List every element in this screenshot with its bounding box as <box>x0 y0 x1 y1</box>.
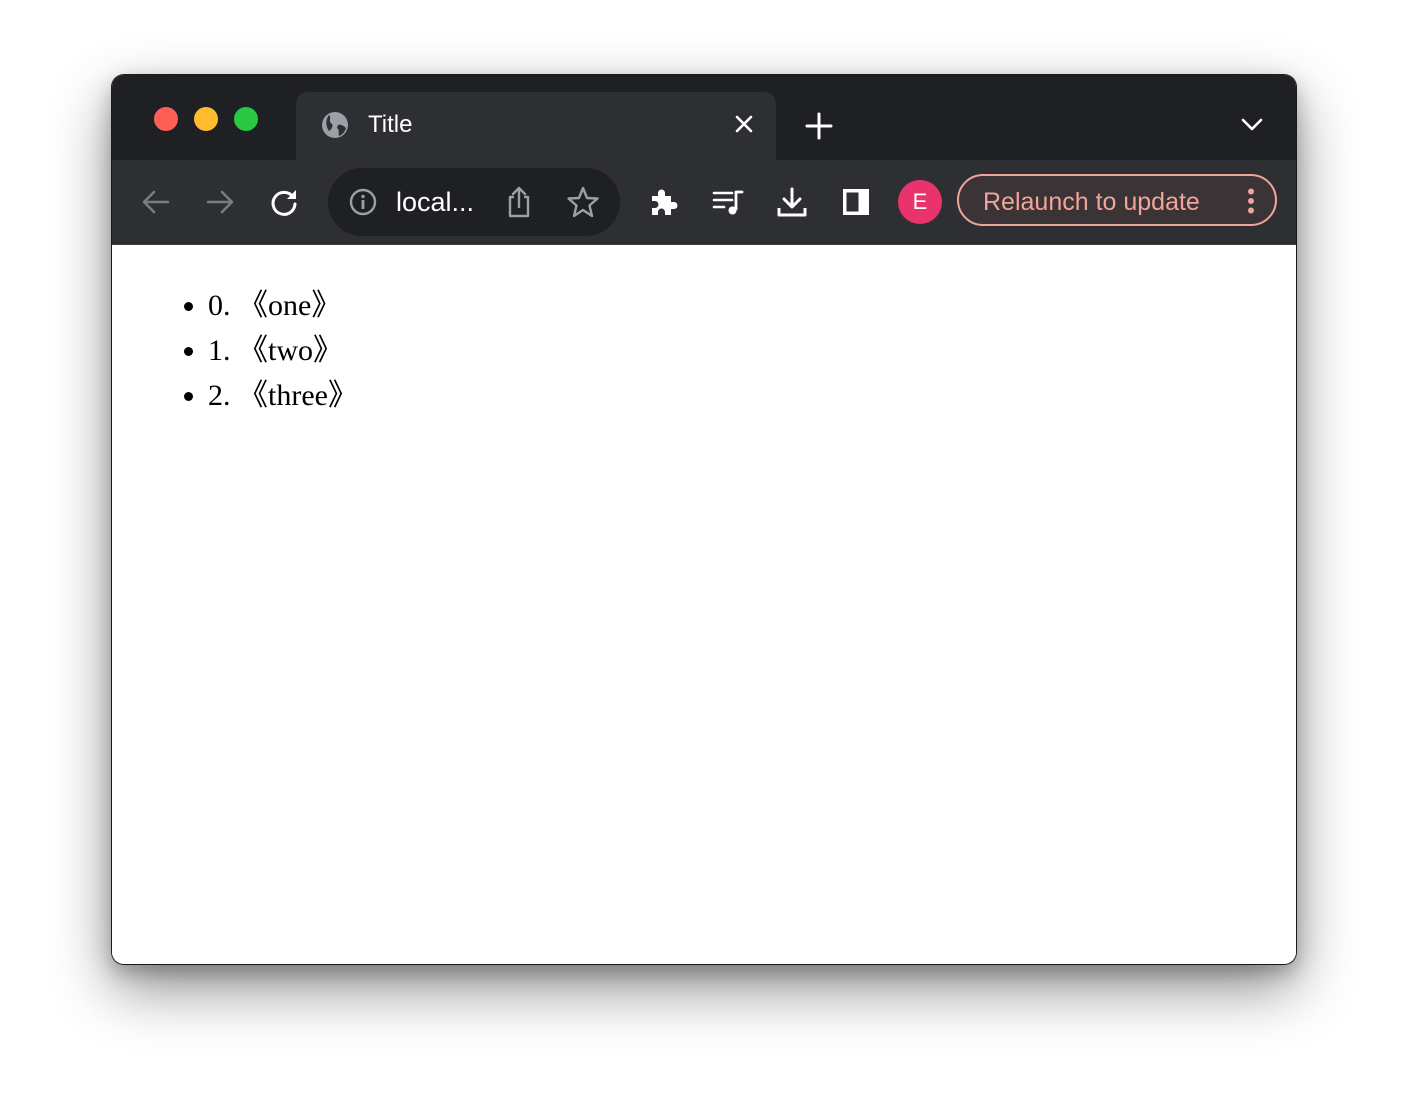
list-item: 2. 《three》 <box>208 373 358 418</box>
tab-strip: Title <box>112 75 1296 160</box>
close-icon[interactable] <box>732 112 756 136</box>
tab-title: Title <box>368 111 413 138</box>
side-panel-icon[interactable] <box>840 186 872 218</box>
window-close-button[interactable] <box>154 107 178 131</box>
item-list: 0. 《one》 1. 《two》 2. 《three》 <box>168 283 358 418</box>
toolbar: local... E Relaunch to update <box>112 160 1296 245</box>
window-minimize-button[interactable] <box>194 107 218 131</box>
plus-icon[interactable] <box>804 111 834 141</box>
list-item: 0. 《one》 <box>208 283 358 328</box>
arrow-right-icon[interactable] <box>204 186 236 218</box>
reload-icon[interactable] <box>268 186 300 218</box>
page-content: 0. 《one》 1. 《two》 2. 《three》 <box>112 245 1296 964</box>
star-icon[interactable] <box>566 185 600 219</box>
arrow-left-icon[interactable] <box>140 186 172 218</box>
share-icon[interactable] <box>504 185 534 219</box>
kebab-menu-icon[interactable] <box>1247 188 1255 214</box>
puzzle-icon[interactable] <box>648 186 680 218</box>
info-icon[interactable] <box>348 187 378 217</box>
relaunch-to-update-button[interactable]: Relaunch to update <box>957 174 1277 226</box>
omnibox[interactable]: local... <box>328 168 620 236</box>
window-zoom-button[interactable] <box>234 107 258 131</box>
avatar[interactable]: E <box>898 180 942 224</box>
globe-icon <box>322 112 348 138</box>
browser-window: Title local... E Relaunch to update • 0.… <box>112 75 1296 964</box>
url-text[interactable]: local... <box>396 187 474 218</box>
relaunch-label: Relaunch to update <box>983 188 1200 216</box>
list-item: 1. 《two》 <box>208 328 358 373</box>
tab-active[interactable]: Title <box>296 92 776 160</box>
playlist-music-icon[interactable] <box>712 186 744 218</box>
chevron-down-icon[interactable] <box>1240 117 1264 133</box>
download-icon[interactable] <box>776 186 808 218</box>
